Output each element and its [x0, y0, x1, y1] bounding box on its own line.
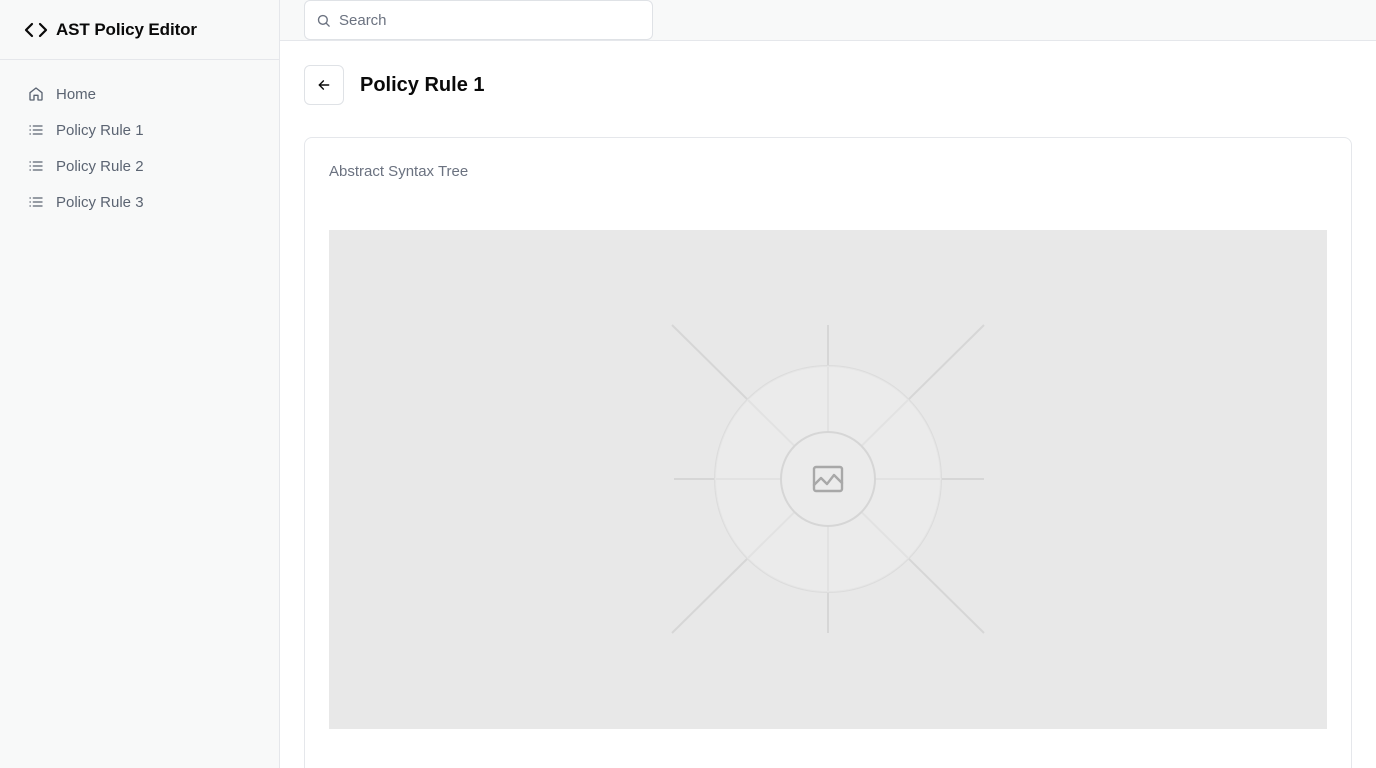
app-title: AST Policy Editor — [56, 19, 197, 39]
sidebar-item-home[interactable]: Home — [16, 76, 263, 112]
ast-image-placeholder — [329, 230, 1327, 729]
list-icon — [28, 194, 44, 210]
brand: AST Policy Editor — [0, 0, 279, 60]
back-button[interactable] — [304, 65, 344, 105]
list-icon — [28, 122, 44, 138]
sidebar-item-label: Policy Rule 2 — [56, 157, 144, 175]
list-icon — [28, 158, 44, 174]
sidebar-item-label: Policy Rule 1 — [56, 121, 144, 139]
image-placeholder-icon — [812, 463, 844, 495]
page-header: Policy Rule 1 — [304, 65, 1352, 105]
sidebar-item-policy-rule-3[interactable]: Policy Rule 3 — [16, 184, 263, 220]
sidebar-item-policy-rule-1[interactable]: Policy Rule 1 — [16, 112, 263, 148]
card-label: Abstract Syntax Tree — [329, 163, 469, 180]
sidebar-item-label: Policy Rule 3 — [56, 193, 144, 211]
page-title: Policy Rule 1 — [360, 73, 485, 96]
sidebar: AST Policy Editor Home Policy Rule 1 Pol… — [0, 0, 280, 768]
sidebar-nav: Home Policy Rule 1 Policy Rule 2 Policy … — [0, 60, 279, 220]
search-icon — [316, 13, 331, 28]
search-box[interactable] — [304, 0, 653, 40]
arrow-left-icon — [317, 78, 331, 92]
content: Policy Rule 1 Abstract Syntax Tree — [280, 41, 1376, 768]
app-root: AST Policy Editor Home Policy Rule 1 Pol… — [0, 0, 1376, 768]
topbar — [280, 0, 1376, 41]
main-area: Policy Rule 1 Abstract Syntax Tree — [280, 0, 1376, 768]
sidebar-item-label: Home — [56, 85, 97, 103]
sidebar-item-policy-rule-2[interactable]: Policy Rule 2 — [16, 148, 263, 184]
code-brackets-icon — [24, 18, 48, 42]
search-input[interactable] — [339, 11, 652, 29]
home-icon — [28, 86, 44, 102]
ast-card: Abstract Syntax Tree — [304, 137, 1352, 768]
